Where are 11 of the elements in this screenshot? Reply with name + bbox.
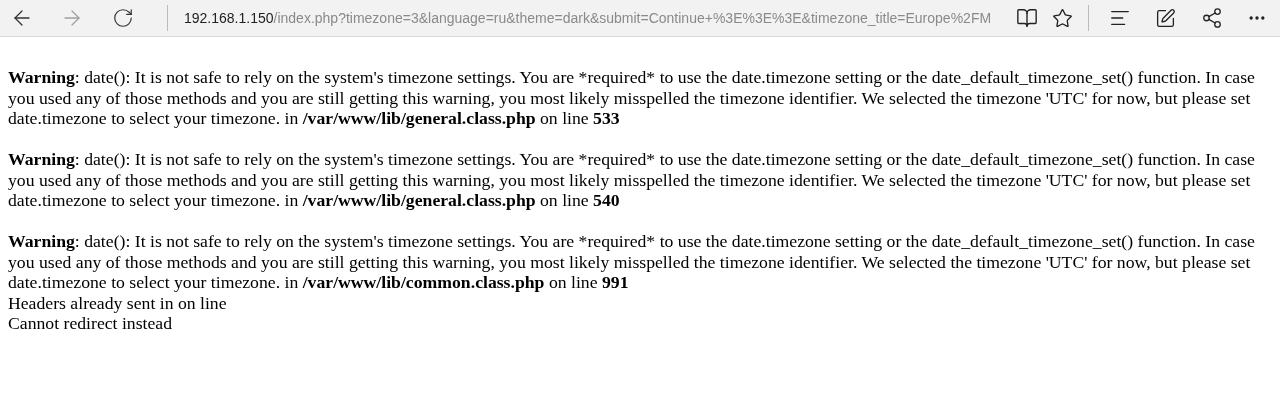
error-message: Headers already sent in on line [8, 292, 227, 313]
share-icon[interactable] [1201, 7, 1223, 29]
warning-message: Warning: date(): It is not safe to rely on the system's timezone settings. You are *required* to use the date.timezone setting or the date_default_timezone_set() function. In case you used any of those methods and you are still getting this warning, you most likely misspelled the timezone identifier. We selected the timezone 'UTC' for now, but please set date.timezone to select your timezone. in /var/www/lib/common.class.php on line 991 [8, 231, 1256, 293]
error-message: Cannot redirect instead [8, 313, 173, 334]
warning-message: Warning: date(): It is not safe to rely on the system's timezone settings. You are *required* to use the date.timezone setting or the date_default_timezone_set() function. In case you used any of those methods and you are still getting this warning, you most likely misspelled the timezone identifier. We selected the timezone 'UTC' for now, but please set date.timezone to select your timezone. in /var/www/lib/general.class.php on line 540 [8, 149, 1256, 211]
refresh-icon[interactable] [112, 7, 134, 29]
favorite-star-icon[interactable] [1052, 7, 1073, 29]
note-pen-icon[interactable] [1155, 7, 1176, 29]
address-field[interactable]: 192.168.1.150/index.php?timezone=3&language=ru&theme=dark&submit=Continue+%3E%3E%3E&timezone_title=Europe%2FM [184, 7, 1004, 29]
reading-view-icon[interactable] [1016, 7, 1038, 29]
warning-message: Warning: date(): It is not safe to rely on the system's timezone settings. You are *required* to use the date.timezone setting or the date_default_timezone_set() function. In case you used any of those methods and you are still getting this warning, you most likely misspelled the timezone identifier. We selected the timezone 'UTC' for now, but please set date.timezone to select your timezone. in /var/www/lib/general.class.php on line 533 [8, 67, 1256, 129]
